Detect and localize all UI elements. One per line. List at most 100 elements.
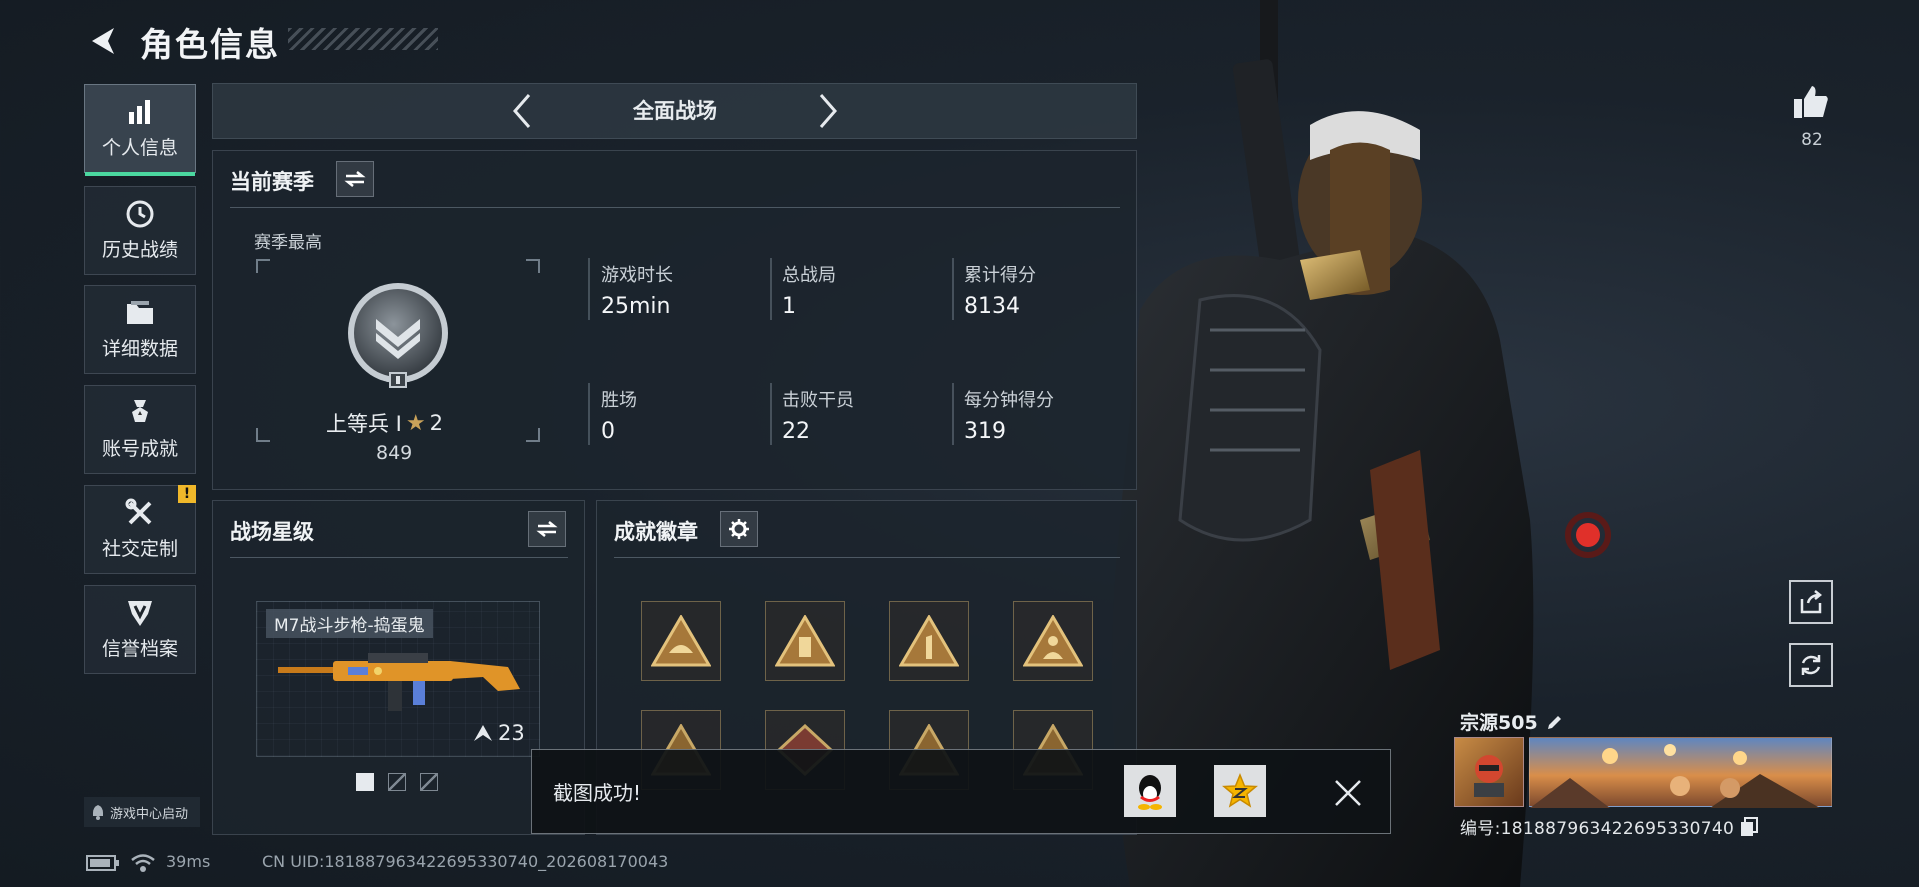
stat-separator (952, 258, 954, 320)
player-id: 编号:1818879634226953307​40 (1460, 819, 1735, 839)
back-arrow-icon (92, 28, 114, 54)
copy-icon[interactable] (1740, 816, 1759, 837)
player-name-row: 宗源505 (1460, 708, 1564, 735)
refresh-icon (1801, 655, 1821, 675)
stat-label-score-per-minute: 每分钟得分 (964, 390, 1054, 411)
page-title: 角色信息 (140, 25, 280, 64)
mode-title: 全面战场 (633, 99, 717, 123)
stat-separator (770, 383, 772, 445)
sidebar-item-personal-info[interactable]: 个人信息 (84, 84, 196, 176)
rank-emblem-icon (343, 281, 453, 395)
achievements-title: 成就徽章 (614, 520, 698, 544)
bar-chart-icon (125, 97, 155, 127)
page-dot-active[interactable] (356, 773, 374, 791)
divider (230, 207, 1120, 208)
frame-corner (526, 259, 540, 273)
stat-separator (588, 383, 590, 445)
edit-pencil-icon[interactable] (1546, 713, 1564, 731)
share-icon (1800, 590, 1823, 614)
weapon-level-row: 23 (472, 721, 525, 745)
rank-name-row: 上等兵 Ⅰ ★ 2 (326, 408, 443, 438)
avatar-face-icon (1474, 755, 1504, 797)
sidebar-item-label: 详细数据 (101, 338, 178, 360)
next-mode-button[interactable] (806, 88, 850, 134)
back-button[interactable] (82, 20, 124, 62)
toast-message: 截图成功! (553, 781, 642, 805)
rifle-image (278, 645, 524, 719)
page-dot[interactable] (420, 773, 438, 791)
title-decoration (288, 28, 438, 50)
profile-banner[interactable] (1529, 737, 1832, 808)
achievement-badge[interactable] (765, 601, 845, 681)
medal-icon (125, 398, 155, 428)
star-icon: ★ (405, 410, 426, 436)
achievement-badge[interactable] (889, 601, 969, 681)
qq-penguin-icon (1138, 775, 1162, 810)
swap-icon (344, 171, 366, 187)
frame-corner (526, 428, 540, 442)
achievement-badge[interactable] (641, 601, 721, 681)
stat-value-total-score: 8134 (964, 294, 1020, 319)
stat-label-wins: 胜场 (601, 390, 637, 411)
sidebar-item-label: 社交定制 (101, 538, 178, 560)
share-qq-button[interactable] (1124, 765, 1176, 817)
stat-value-play-time: 25min (601, 294, 671, 319)
divider (230, 557, 568, 558)
sidebar-item-detail-data[interactable]: 详细数据 (84, 285, 196, 374)
player-name: 宗源505 (1460, 712, 1538, 734)
star-level-switch-button[interactable] (528, 511, 566, 547)
stat-value-wins: 0 (601, 419, 615, 444)
battery-icon (86, 854, 120, 876)
number-one-badge-icon (899, 615, 959, 667)
qzone-star-icon (1222, 773, 1258, 808)
share-button[interactable] (1789, 580, 1833, 624)
stat-label-play-time: 游戏时长 (601, 265, 673, 286)
rank-points: 849 (376, 442, 413, 464)
folder-icon (125, 298, 155, 328)
rank-chevron-icon (474, 725, 492, 741)
frame-corner (256, 259, 270, 273)
season-switch-button[interactable] (336, 161, 374, 197)
gear-icon (729, 519, 749, 539)
uid-text: CN UID:1818879634226953307​40_2026081700… (262, 852, 669, 871)
stat-value-total-matches: 1 (782, 294, 796, 319)
stat-value-kills: 22 (782, 419, 810, 444)
rank-name: 上等兵 Ⅰ (326, 412, 402, 436)
lantern-festival-art (1530, 744, 1820, 808)
achievements-settings-button[interactable] (720, 511, 758, 547)
sidebar-item-label: 账号成就 (101, 438, 178, 460)
achievement-badge[interactable] (1013, 601, 1093, 681)
game-center-launch-tag: 游戏中心启动 (84, 797, 200, 827)
player-id-row: 编号:1818879634226953307​40 (1460, 814, 1759, 839)
hand-badge-icon (651, 615, 711, 667)
sidebar-item-reputation[interactable]: 信誉档案 (84, 585, 196, 674)
clock-history-icon (125, 199, 155, 229)
soldier-badge-icon (1023, 615, 1083, 667)
thumbs-up-icon (1794, 86, 1828, 118)
bell-icon (93, 805, 103, 820)
avatar[interactable] (1454, 737, 1524, 807)
refresh-button[interactable] (1789, 643, 1833, 687)
sidebar-item-label: 历史战绩 (101, 239, 178, 261)
ping-value: 39ms (166, 852, 211, 871)
stat-separator (770, 258, 772, 320)
stat-label-total-score: 累计得分 (964, 265, 1036, 286)
swap-icon (536, 521, 558, 537)
rank-stars: 2 (429, 411, 443, 435)
toast-close-button[interactable] (1328, 775, 1368, 811)
sidebar-item-history[interactable]: 历史战绩 (84, 186, 196, 275)
chevron-right-icon (819, 94, 837, 128)
page-dot[interactable] (388, 773, 406, 791)
wifi-icon (130, 852, 156, 878)
sidebar-item-account-achievements[interactable]: 账号成就 (84, 385, 196, 474)
prev-mode-button[interactable] (500, 88, 544, 134)
season-best-label: 赛季最高 (254, 233, 322, 253)
share-qzone-button[interactable] (1214, 765, 1266, 817)
notification-badge: ! (178, 485, 196, 503)
like-button[interactable] (1781, 82, 1841, 122)
sidebar-item-social-custom[interactable]: 社交定制 ! (84, 485, 196, 574)
bottle-badge-icon (775, 615, 835, 667)
stat-label-total-matches: 总战局 (782, 265, 836, 286)
launch-text: 游戏中心启动 (110, 806, 189, 822)
star-level-title: 战场星级 (230, 520, 314, 544)
